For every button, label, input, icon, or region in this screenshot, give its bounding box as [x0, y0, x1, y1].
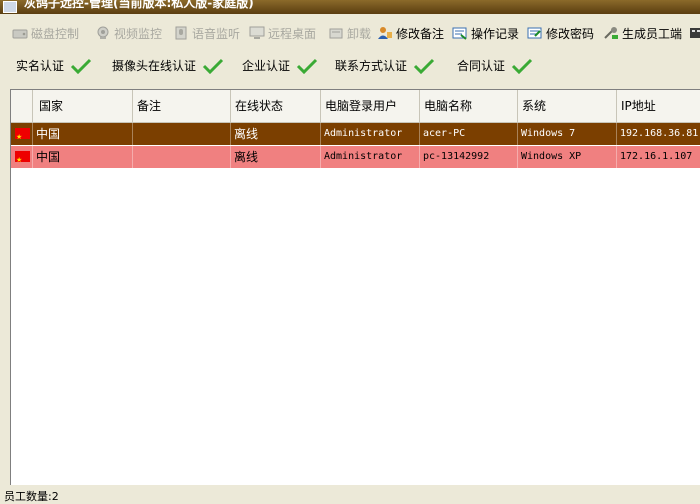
operation-log-label: 操作记录	[471, 26, 520, 41]
uninstall-icon	[328, 26, 344, 40]
flag-cell	[11, 146, 33, 168]
status-cell: 离线	[231, 146, 321, 168]
computer-name-cell: acer-PC	[420, 123, 518, 145]
app-icon	[3, 1, 17, 13]
operation-log-button[interactable]: 操作记录	[452, 24, 519, 42]
monitor-icon	[249, 26, 265, 40]
toolbar: 磁盘控制 视频监控 语音监听 远程桌面 卸载 修改备注 操作记录 修改密码 生成…	[0, 14, 700, 52]
table-header: 国家 备注 在线状态 电脑登录用户 电脑名称 系统 IP地址	[11, 90, 700, 123]
china-flag-icon	[15, 126, 30, 145]
cert-contract-label: 合同认证	[457, 59, 506, 73]
video-monitor-button[interactable]: 视频监控	[95, 24, 162, 42]
status-cell: 离线	[231, 123, 321, 145]
cert-contact-label: 联系方式认证	[335, 59, 408, 73]
disk-icon	[12, 26, 28, 40]
table-row[interactable]: 中国 离线 Administrator pc-13142992 Windows …	[11, 146, 700, 168]
change-password-button[interactable]: 修改密码	[527, 24, 594, 42]
check-icon	[413, 58, 435, 74]
title-bar: 灰鸽子远控-管理(当前版本:私人版-家庭版)	[0, 0, 700, 14]
video-monitor-label: 视频监控	[114, 26, 163, 41]
column-header-ip[interactable]: IP地址	[617, 90, 700, 122]
column-header-flag[interactable]	[11, 90, 33, 122]
ip-cell: 192.168.36.81	[620, 128, 699, 139]
user-edit-icon	[377, 26, 393, 40]
remote-desktop-button[interactable]: 远程桌面	[249, 24, 316, 42]
generate-client-button[interactable]: 生成员工端	[603, 24, 682, 42]
flag-cell	[11, 123, 33, 145]
window-title: 灰鸽子远控-管理(当前版本:私人版-家庭版)	[24, 0, 254, 10]
computer-name-cell: pc-13142992	[420, 146, 518, 168]
disk-control-button[interactable]: 磁盘控制	[12, 24, 79, 42]
table-row[interactable]: 中国 离线 Administrator acer-PC Windows 7 19…	[11, 123, 700, 145]
disk-control-label: 磁盘控制	[31, 26, 80, 41]
cert-real-name-label: 实名认证	[16, 59, 65, 73]
column-header-computer-name[interactable]: 电脑名称	[420, 90, 518, 122]
note-cell	[133, 123, 231, 145]
note-cell	[133, 146, 231, 168]
employee-table: 国家 备注 在线状态 电脑登录用户 电脑名称 系统 IP地址 中国 离线 Adm…	[10, 89, 700, 485]
china-flag-icon	[15, 149, 30, 168]
cert-webcam-online-label: 摄像头在线认证	[112, 59, 197, 73]
edit-note-button[interactable]: 修改备注	[377, 24, 444, 42]
check-icon	[202, 58, 224, 74]
cert-real-name: 实名认证	[16, 57, 92, 74]
os-cell: Windows XP	[518, 146, 617, 168]
edit-note-label: 修改备注	[396, 26, 445, 41]
cert-enterprise: 企业认证	[242, 57, 318, 74]
ip-cell: 172.16.1.107	[620, 151, 693, 162]
country-cell: 中国	[33, 146, 133, 168]
audio-monitor-label: 语音监听	[192, 26, 241, 41]
log-icon	[452, 26, 468, 40]
film-icon	[689, 26, 700, 40]
column-header-os[interactable]: 系统	[518, 90, 617, 122]
build-icon	[603, 26, 619, 40]
check-icon	[511, 58, 533, 74]
password-icon	[527, 26, 543, 40]
certification-bar: 实名认证 摄像头在线认证 企业认证 联系方式认证 合同认证	[0, 52, 700, 80]
country-cell: 中国	[33, 123, 133, 145]
cert-contract: 合同认证	[457, 57, 533, 74]
uninstall-label: 卸载	[347, 26, 372, 41]
cert-contact: 联系方式认证	[335, 57, 435, 74]
webcam-icon	[95, 26, 111, 40]
login-user-cell: Administrator	[321, 146, 420, 168]
uninstall-button[interactable]: 卸载	[328, 24, 371, 42]
change-password-label: 修改密码	[546, 26, 595, 41]
audio-monitor-button[interactable]: 语音监听	[173, 24, 240, 42]
login-user-cell: Administrator	[321, 123, 420, 145]
microphone-icon	[173, 26, 189, 40]
column-header-note[interactable]: 备注	[133, 90, 231, 122]
remote-desktop-label: 远程桌面	[268, 26, 317, 41]
toolbar-overflow-button[interactable]	[689, 24, 700, 42]
column-header-login-user[interactable]: 电脑登录用户	[321, 90, 420, 122]
column-header-status[interactable]: 在线状态	[231, 90, 321, 122]
column-header-country[interactable]: 国家	[33, 90, 133, 122]
check-icon	[296, 58, 318, 74]
check-icon	[70, 58, 92, 74]
generate-client-label: 生成员工端	[622, 26, 683, 41]
os-cell: Windows 7	[518, 123, 617, 145]
cert-webcam-online: 摄像头在线认证	[112, 57, 224, 74]
cert-enterprise-label: 企业认证	[242, 59, 291, 73]
